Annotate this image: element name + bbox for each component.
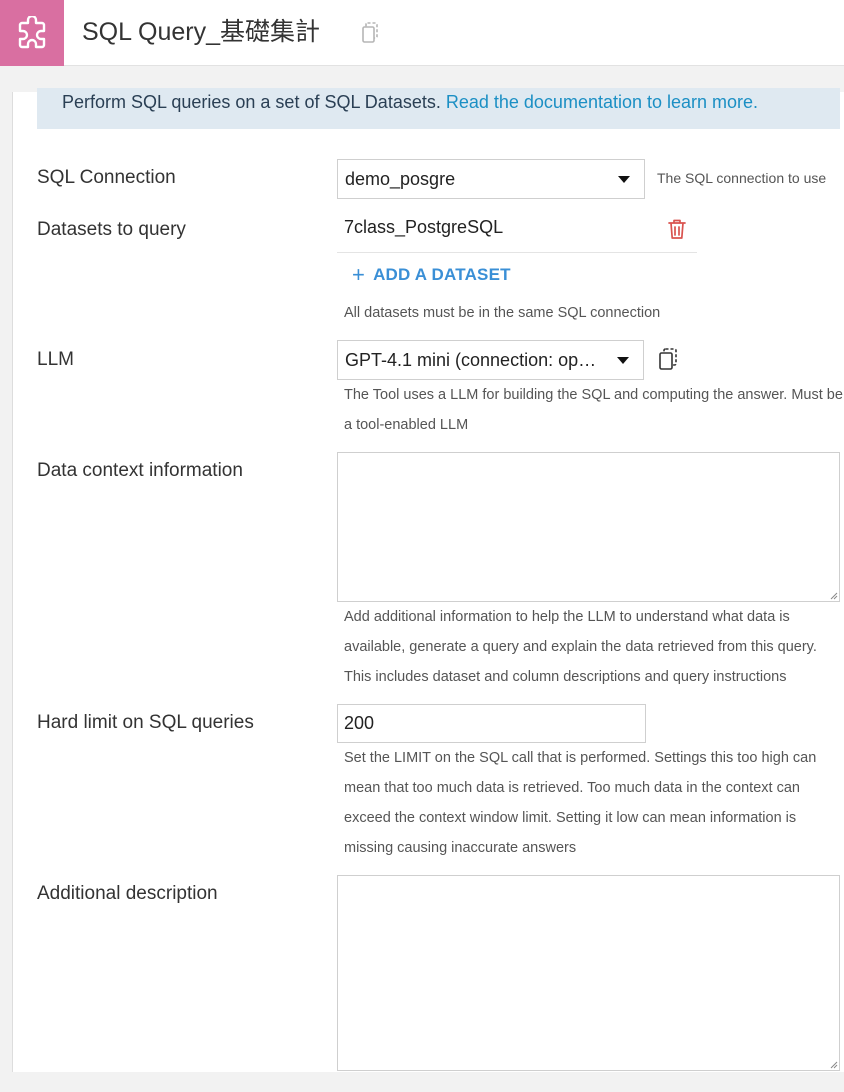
sql-connection-value: demo_posgre — [345, 169, 456, 189]
copy-icon[interactable] — [657, 347, 679, 371]
llm-label: LLM — [37, 349, 74, 370]
llm-select[interactable]: GPT-4.1 mini (connection: ope… — [337, 340, 644, 380]
documentation-link[interactable]: Read the documentation to learn more. — [446, 92, 758, 112]
hard-limit-hint-line4: missing causing inaccurate answers — [344, 840, 577, 856]
additional-description-textarea[interactable] — [337, 875, 840, 1071]
data-context-hint-line1: Add additional information to help the L… — [344, 609, 790, 625]
dataset-name: 7class_PostgreSQL — [344, 217, 504, 237]
copy-icon[interactable] — [360, 20, 382, 44]
data-context-textarea[interactable] — [337, 452, 840, 602]
resize-handle-icon[interactable] — [829, 1060, 838, 1069]
data-context-label: Data context information — [37, 460, 243, 481]
page-title: SQL Query_基礎集計 — [82, 18, 321, 46]
data-context-hint-line2: available, generate a query and explain … — [344, 639, 817, 655]
llm-hint-line2: a tool-enabled LLM — [344, 417, 469, 433]
chevron-down-icon — [618, 176, 630, 183]
trash-icon[interactable] — [667, 218, 687, 240]
llm-hint-line1: The Tool uses a LLM for building the SQL… — [344, 387, 843, 403]
dataset-row: 7class_PostgreSQL — [337, 206, 697, 253]
header-bar: SQL Query_基礎集計 — [0, 0, 844, 66]
hard-limit-label: Hard limit on SQL queries — [37, 712, 254, 733]
chevron-down-icon — [617, 357, 629, 364]
app-icon-tile — [0, 0, 64, 66]
banner-text: Perform SQL queries on a set of SQL Data… — [62, 92, 441, 112]
hard-limit-hint-line3: exceed the context window limit. Setting… — [344, 810, 797, 826]
sql-connection-hint: The SQL connection to use — [657, 170, 827, 186]
puzzle-icon — [18, 16, 46, 49]
plus-icon: + — [352, 262, 366, 287]
additional-description-label: Additional description — [37, 883, 218, 904]
datasets-label: Datasets to query — [37, 219, 186, 240]
hard-limit-input[interactable]: 200 — [337, 704, 646, 743]
sql-connection-select[interactable]: demo_posgre — [337, 159, 645, 199]
hard-limit-hint-line1: Set the LIMIT on the SQL call that is pe… — [344, 750, 817, 766]
info-banner: Perform SQL queries on a set of SQL Data… — [37, 88, 840, 129]
datasets-hint: All datasets must be in the same SQL con… — [344, 305, 661, 321]
add-dataset-button[interactable]: + ADD A DATASET — [352, 264, 511, 286]
resize-handle-icon[interactable] — [829, 591, 838, 600]
sql-connection-label: SQL Connection — [37, 167, 176, 188]
data-context-hint-line3: This includes dataset and column descrip… — [344, 669, 787, 685]
llm-value: GPT-4.1 mini (connection: ope… — [345, 350, 607, 370]
hard-limit-hint-line2: mean that too much data is retrieved. To… — [344, 780, 800, 796]
add-dataset-label: ADD A DATASET — [373, 265, 511, 284]
